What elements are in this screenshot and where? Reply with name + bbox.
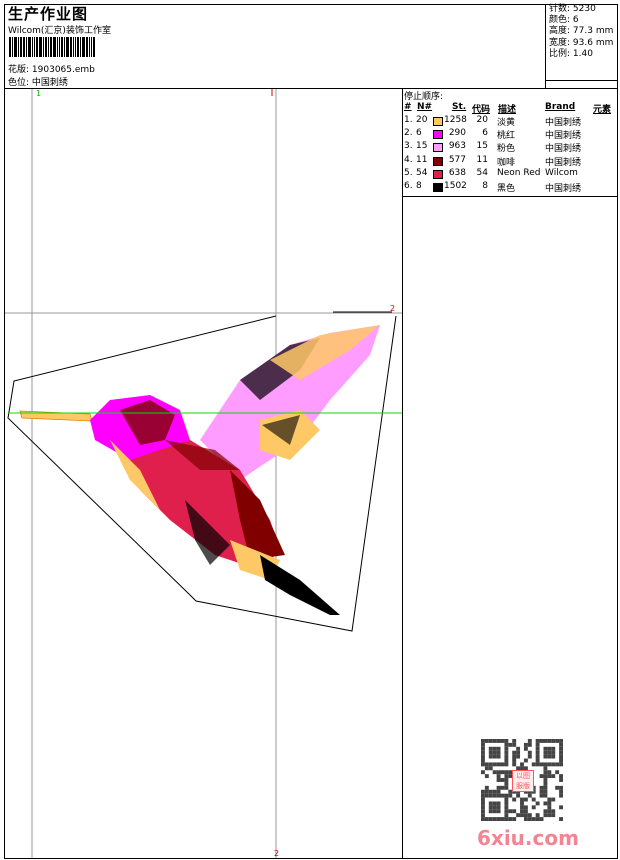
marker-bottom: 2 [274,849,279,858]
hummingbird-embroidery [19,325,380,615]
marker-top: 1 [36,89,41,98]
design-canvas: 1 2 2 [5,89,402,858]
marker-right: 2 [390,304,395,313]
watermark-logo: 6xiu.com [477,826,579,850]
stamp-logo: 以图服版 [512,770,534,792]
